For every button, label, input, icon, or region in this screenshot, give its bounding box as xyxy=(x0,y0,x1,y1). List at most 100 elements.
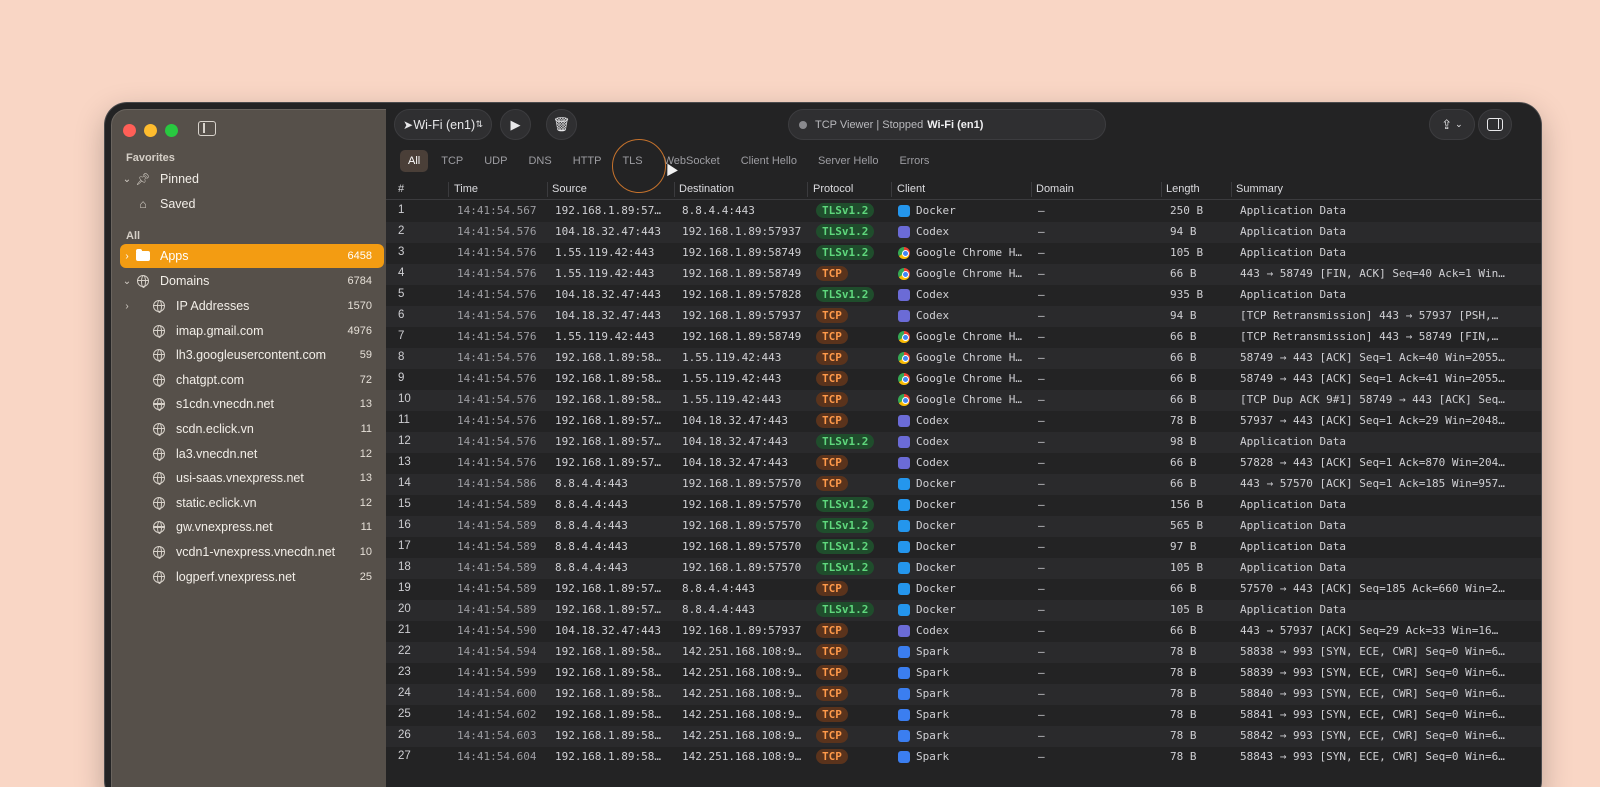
sidebar-domain-item[interactable]: logperf.vnexpress.net 25 xyxy=(120,565,384,589)
column-header-summary[interactable]: Summary xyxy=(1236,183,1283,197)
sidebar-item-saved[interactable]: ⌂ Saved xyxy=(120,192,384,216)
globe-icon xyxy=(150,324,168,338)
column-header-client[interactable]: Client xyxy=(897,183,925,197)
sidebar-domain-item[interactable]: imap.gmail.com 4976 xyxy=(120,319,384,343)
cell-source: 192.168.1.89:578… xyxy=(555,456,665,469)
table-row[interactable]: 22 14:41:54.594 192.168.1.89:588… 142.251.1… xyxy=(386,642,1541,663)
column-header-destination[interactable]: Destination xyxy=(679,183,734,197)
cell-number: 27 xyxy=(398,750,411,762)
sidebar-domain-item[interactable]: gw.vnexpress.net 11 xyxy=(120,515,384,539)
table-row[interactable]: 18 14:41:54.589 8.8.4.4:443 192.168.1.89:57… xyxy=(386,558,1541,579)
column-header-length[interactable]: Length xyxy=(1166,183,1200,197)
table-row[interactable]: 6 14:41:54.576 104.18.32.47:443 192.168.1.8… xyxy=(386,306,1541,327)
table-row[interactable]: 4 14:41:54.576 1.55.119.42:443 192.168.1.89… xyxy=(386,264,1541,285)
table-row[interactable]: 19 14:41:54.589 192.168.1.89:575… 8.8.4.4:4… xyxy=(386,579,1541,600)
table-row[interactable]: 23 14:41:54.599 192.168.1.89:588… 142.251.1… xyxy=(386,663,1541,684)
table-row[interactable]: 14 14:41:54.586 8.8.4.4:443 192.168.1.89:57… xyxy=(386,474,1541,495)
cell-summary: 58843 → 993 [SYN, ECE, CWR] Seq=0 Win=6… xyxy=(1240,750,1505,763)
column-divider[interactable] xyxy=(448,182,449,197)
column-header-domain[interactable]: Domain xyxy=(1036,183,1074,197)
column-divider[interactable] xyxy=(1031,182,1032,197)
table-row[interactable]: 5 14:41:54.576 104.18.32.47:443 192.168.1.8… xyxy=(386,285,1541,306)
start-capture-button[interactable]: ▶ xyxy=(500,109,531,140)
sidebar-domain-item[interactable]: static.eclick.vn 12 xyxy=(120,491,384,515)
cell-summary: Application Data xyxy=(1240,498,1346,511)
table-row[interactable]: 9 14:41:54.576 192.168.1.89:587… 1.55.119.4… xyxy=(386,369,1541,390)
table-row[interactable]: 8 14:41:54.576 192.168.1.89:587… 1.55.119.4… xyxy=(386,348,1541,369)
cell-summary: [TCP Dup ACK 9#1] 58749 → 443 [ACK] Seq… xyxy=(1240,393,1505,406)
interface-picker[interactable]: ➤ Wi-Fi (en1) ⇅ xyxy=(394,109,492,140)
sidebar-item-domains[interactable]: ⌄ Domains 6784 xyxy=(120,269,384,293)
column-header-number[interactable]: # xyxy=(398,183,404,197)
tab-udp[interactable]: UDP xyxy=(476,150,515,172)
table-row[interactable]: 1 14:41:54.567 192.168.1.89:575… 8.8.4.4:44… xyxy=(386,201,1541,222)
table-row[interactable]: 24 14:41:54.600 192.168.1.89:588… 142.251.1… xyxy=(386,684,1541,705)
cell-source: 8.8.4.4:443 xyxy=(555,519,628,532)
sidebar-item-pinned[interactable]: ⌄ 📌︎ Pinned xyxy=(120,167,384,191)
cell-domain: – xyxy=(1038,708,1045,721)
sidebar-domain-item[interactable]: chatgpt.com 72 xyxy=(120,368,384,392)
tab-http[interactable]: HTTP xyxy=(565,150,610,172)
tab-dns[interactable]: DNS xyxy=(520,150,559,172)
cell-client: Spark xyxy=(898,708,1026,721)
column-divider[interactable] xyxy=(1231,182,1232,197)
chevron-right-icon[interactable]: › xyxy=(120,301,134,312)
column-header-protocol[interactable]: Protocol xyxy=(813,183,853,197)
table-row[interactable]: 15 14:41:54.589 8.8.4.4:443 192.168.1.89:57… xyxy=(386,495,1541,516)
cell-number: 16 xyxy=(398,519,411,531)
client-name: Docker xyxy=(916,540,956,553)
sidebar-domain-item[interactable]: la3.vnecdn.net 12 xyxy=(120,442,384,466)
tab-tcp[interactable]: TCP xyxy=(433,150,471,172)
sidebar-domain-item[interactable]: vcdn1-vnexpress.vnecdn.net 10 xyxy=(120,540,384,564)
table-row[interactable]: 7 14:41:54.576 1.55.119.42:443 192.168.1.89… xyxy=(386,327,1541,348)
table-row[interactable]: 3 14:41:54.576 1.55.119.42:443 192.168.1.89… xyxy=(386,243,1541,264)
column-divider[interactable] xyxy=(807,182,808,197)
column-divider[interactable] xyxy=(547,182,548,197)
cell-number: 5 xyxy=(398,288,405,300)
column-header-source[interactable]: Source xyxy=(552,183,587,197)
share-button[interactable]: ⇪ ⌄ xyxy=(1429,109,1475,140)
table-row[interactable]: 16 14:41:54.589 8.8.4.4:443 192.168.1.89:57… xyxy=(386,516,1541,537)
table-row[interactable]: 11 14:41:54.576 192.168.1.89:579… 104.18.32… xyxy=(386,411,1541,432)
table-row[interactable]: 13 14:41:54.576 192.168.1.89:578… 104.18.32… xyxy=(386,453,1541,474)
table-row[interactable]: 2 14:41:54.576 104.18.32.47:443 192.168.1.8… xyxy=(386,222,1541,243)
sidebar-domain-item[interactable]: lh3.googleusercontent.com 59 xyxy=(120,343,384,367)
tab-server-hello[interactable]: Server Hello xyxy=(810,150,887,172)
chevron-right-icon[interactable]: › xyxy=(120,251,134,262)
minimize-window-button[interactable] xyxy=(144,124,157,137)
cell-summary: 58842 → 993 [SYN, ECE, CWR] Seq=0 Win=6… xyxy=(1240,729,1505,742)
table-row[interactable]: 27 14:41:54.604 192.168.1.89:588… 142.251.1… xyxy=(386,747,1541,768)
tab-client-hello[interactable]: Client Hello xyxy=(733,150,805,172)
client-name: Spark xyxy=(916,708,950,721)
tab-errors[interactable]: Errors xyxy=(891,150,937,172)
cell-protocol: TLSv1.2 xyxy=(816,434,886,449)
sidebar-toggle-icon[interactable] xyxy=(198,121,216,136)
sidebar-domain-item[interactable]: s1cdn.vnecdn.net 13 xyxy=(120,392,384,416)
sidebar: Favorites ⌄ 📌︎ Pinned ⌂ Saved All › Apps… xyxy=(111,109,391,787)
table-row[interactable]: 21 14:41:54.590 104.18.32.47:443 192.168.1.… xyxy=(386,621,1541,642)
table-header: # Time Source Destination Protocol Client Doma… xyxy=(386,178,1541,200)
column-header-time[interactable]: Time xyxy=(454,183,478,197)
table-row[interactable]: 10 14:41:54.576 192.168.1.89:587… 1.55.119.… xyxy=(386,390,1541,411)
chevron-down-icon[interactable]: ⌄ xyxy=(120,276,134,287)
clear-button[interactable]: 🗑︎ xyxy=(546,109,577,140)
chevron-down-icon[interactable]: ⌄ xyxy=(120,174,134,185)
table-row[interactable]: 25 14:41:54.602 192.168.1.89:588… 142.251.1… xyxy=(386,705,1541,726)
tab-all[interactable]: All xyxy=(400,150,429,172)
column-divider[interactable] xyxy=(891,182,892,197)
cell-destination: 192.168.1.89:57937 xyxy=(682,624,802,637)
sidebar-item-apps[interactable]: › Apps 6458 xyxy=(120,244,384,268)
cell-protocol: TLSv1.2 xyxy=(816,560,886,575)
table-row[interactable]: 12 14:41:54.576 192.168.1.89:579… 104.18.32… xyxy=(386,432,1541,453)
table-row[interactable]: 20 14:41:54.589 192.168.1.89:575… 8.8.4.4:4… xyxy=(386,600,1541,621)
table-row[interactable]: 26 14:41:54.603 192.168.1.89:588… 142.251.1… xyxy=(386,726,1541,747)
zoom-window-button[interactable] xyxy=(165,124,178,137)
sidebar-domain-item[interactable]: scdn.eclick.vn 11 xyxy=(120,417,384,441)
column-divider[interactable] xyxy=(674,182,675,197)
sidebar-domain-item[interactable]: › IP Addresses 1570 xyxy=(120,294,384,318)
column-divider[interactable] xyxy=(1161,182,1162,197)
close-window-button[interactable] xyxy=(123,124,136,137)
sidebar-domain-item[interactable]: usi-saas.vnexpress.net 13 xyxy=(120,466,384,490)
inspector-toggle-button[interactable] xyxy=(1478,109,1512,140)
table-row[interactable]: 17 14:41:54.589 8.8.4.4:443 192.168.1.89:57… xyxy=(386,537,1541,558)
